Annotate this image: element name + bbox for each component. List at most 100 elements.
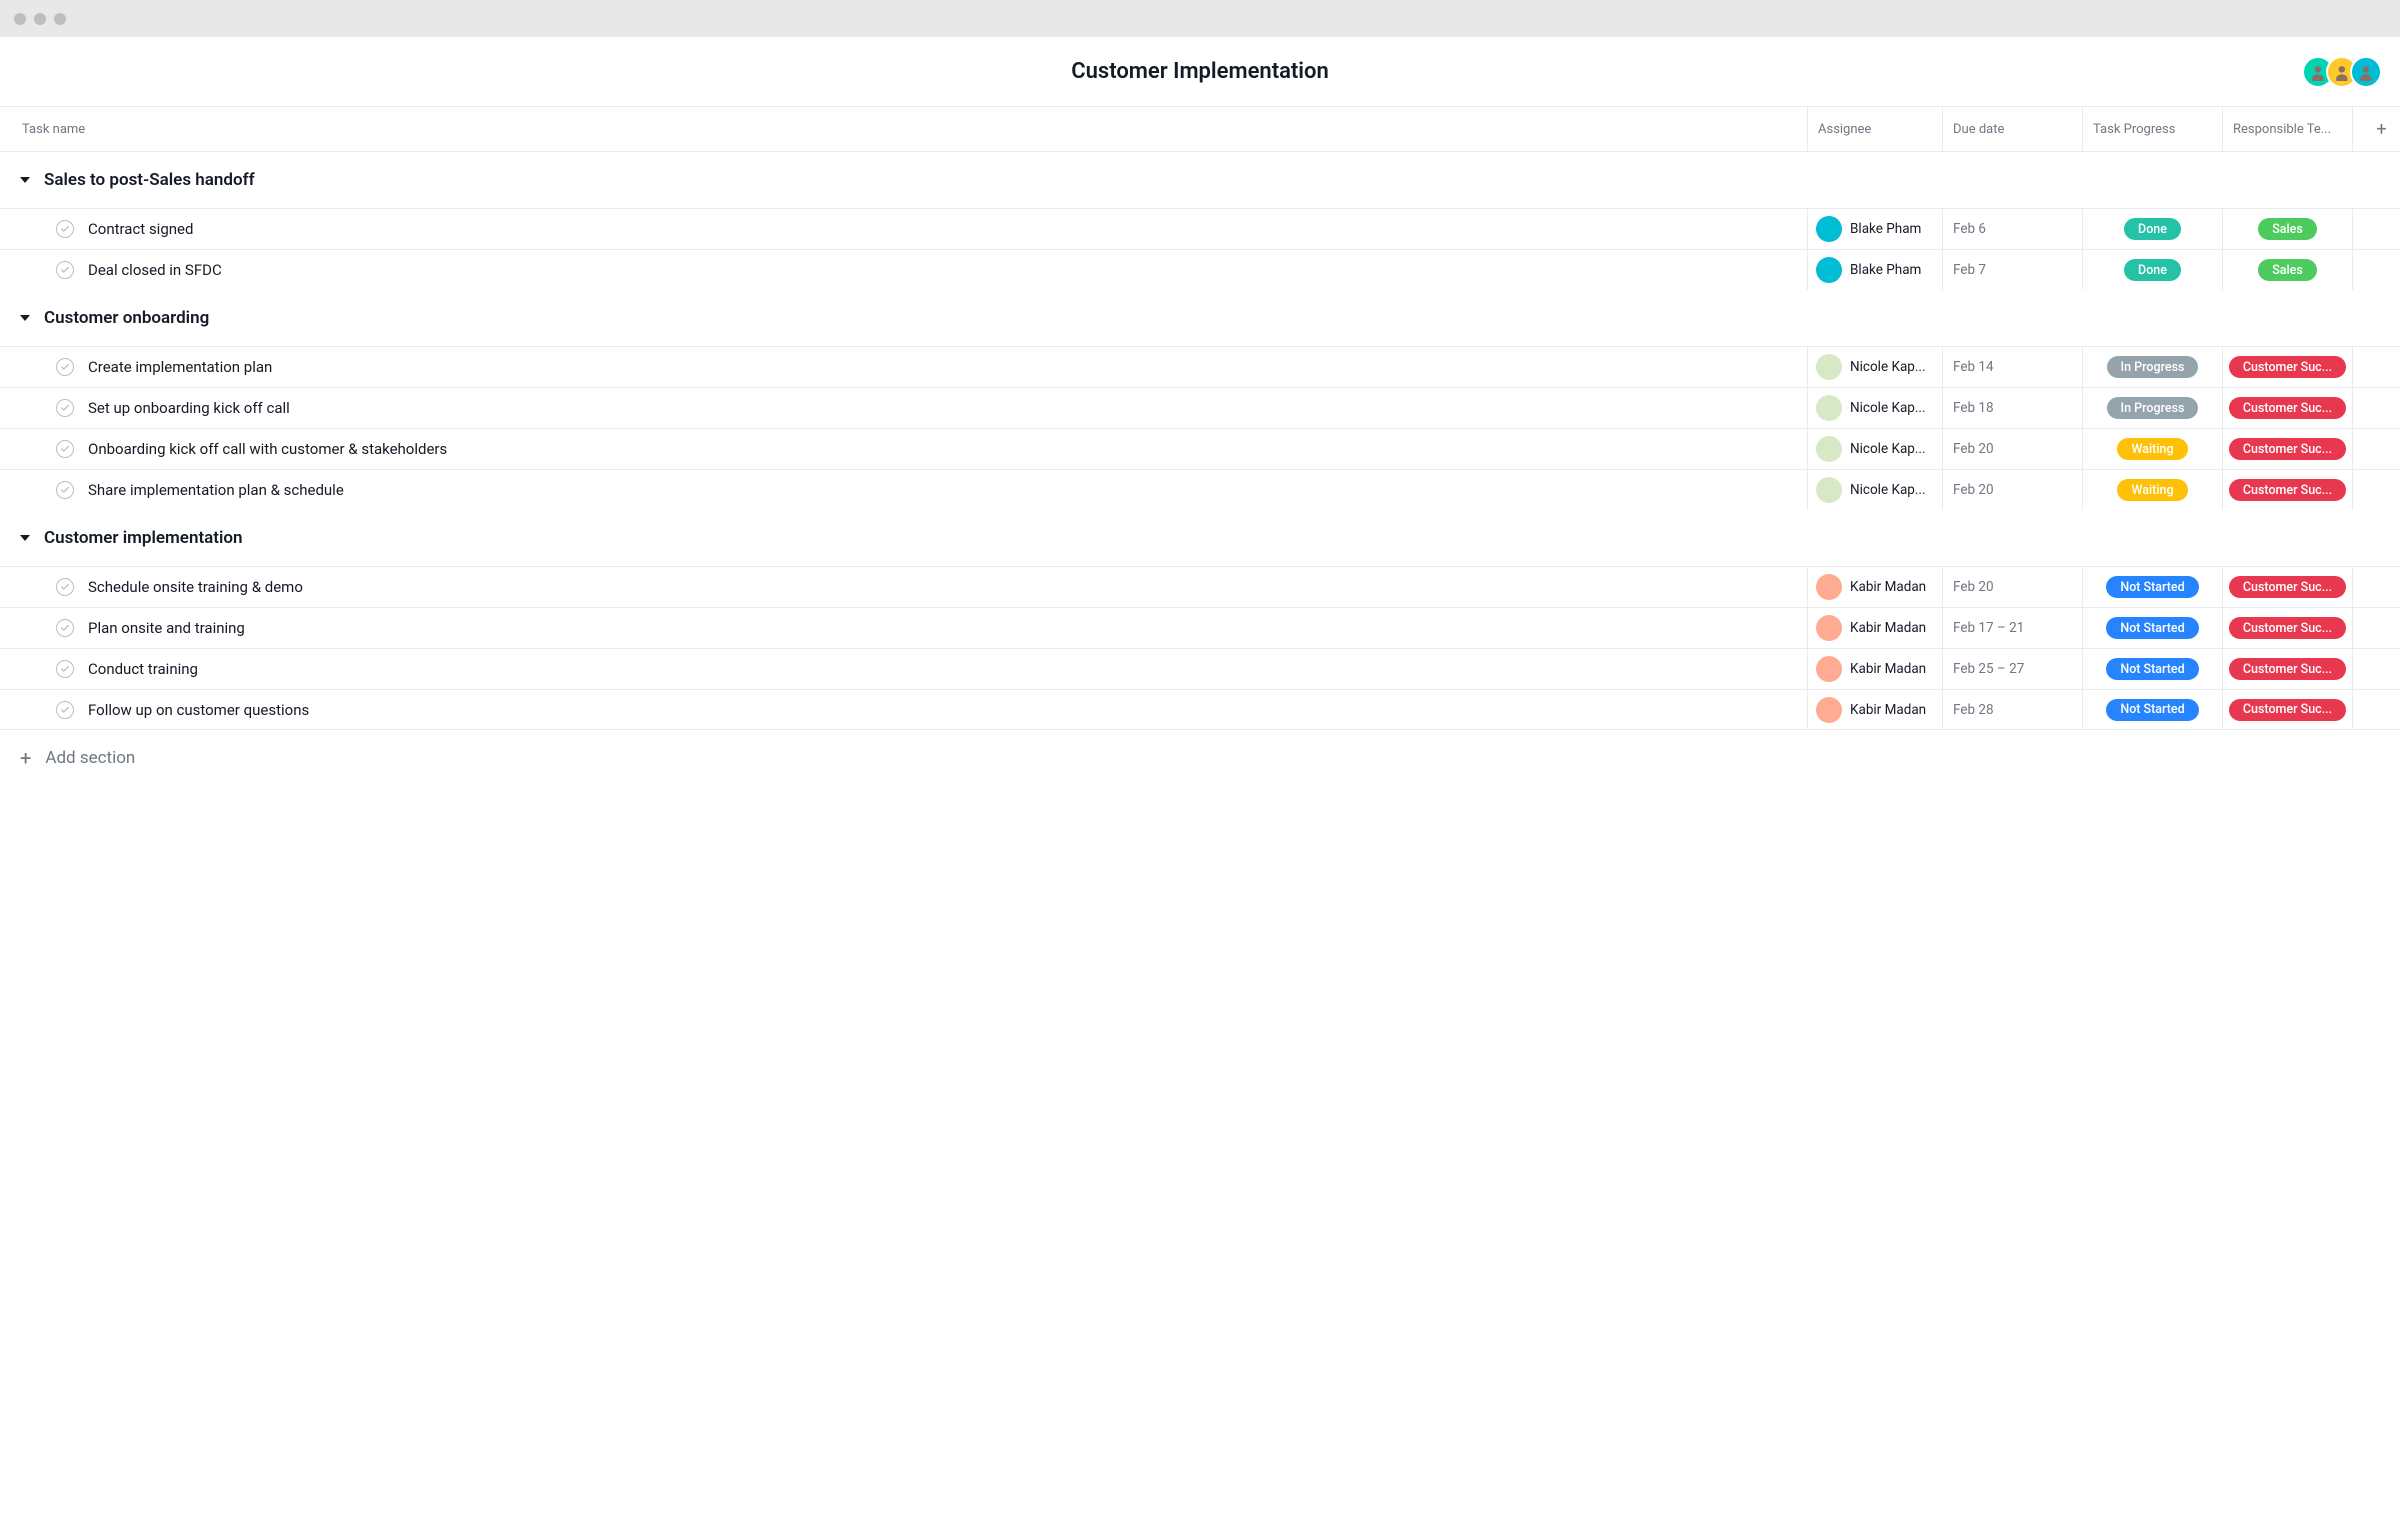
complete-task-checkbox[interactable] [56, 578, 74, 596]
task-row[interactable]: Create implementation plan Nicole Kap...… [0, 346, 2400, 387]
close-window-button[interactable] [14, 13, 26, 25]
task-name-cell[interactable]: Onboarding kick off call with customer &… [0, 429, 1807, 469]
task-row[interactable]: Plan onsite and training Kabir Madan Feb… [0, 607, 2400, 648]
team-badge: Customer Suc... [2229, 397, 2346, 419]
empty-cell [2352, 388, 2400, 428]
due-date-cell[interactable]: Feb 20 [1942, 470, 2082, 510]
section-collapse-caret-icon[interactable] [20, 535, 30, 541]
assignee-cell[interactable]: Blake Pham [1807, 209, 1942, 249]
due-date-cell[interactable]: Feb 28 [1942, 690, 2082, 729]
complete-task-checkbox[interactable] [56, 481, 74, 499]
complete-task-checkbox[interactable] [56, 399, 74, 417]
team-badge: Customer Suc... [2229, 699, 2346, 721]
task-row[interactable]: Conduct training Kabir Madan Feb 25 – 27… [0, 648, 2400, 689]
task-name-cell[interactable]: Share implementation plan & schedule [0, 470, 1807, 510]
complete-task-checkbox[interactable] [56, 660, 74, 678]
progress-badge: Waiting [2117, 438, 2187, 460]
task-row[interactable]: Contract signed Blake Pham Feb 6 Done Sa… [0, 208, 2400, 249]
task-row[interactable]: Follow up on customer questions Kabir Ma… [0, 689, 2400, 730]
member-avatar[interactable] [2350, 56, 2382, 88]
progress-cell[interactable]: Not Started [2082, 690, 2222, 729]
team-cell[interactable]: Sales [2222, 209, 2352, 249]
task-row[interactable]: Schedule onsite training & demo Kabir Ma… [0, 566, 2400, 607]
task-name-cell[interactable]: Contract signed [0, 209, 1807, 249]
column-header-taskname[interactable]: Task name [0, 122, 1807, 137]
assignee-cell[interactable]: Nicole Kap... [1807, 388, 1942, 428]
due-date-cell[interactable]: Feb 14 [1942, 347, 2082, 387]
complete-task-checkbox[interactable] [56, 619, 74, 637]
task-name-cell[interactable]: Follow up on customer questions [0, 690, 1807, 729]
section-collapse-caret-icon[interactable] [20, 177, 30, 183]
assignee-cell[interactable]: Nicole Kap... [1807, 347, 1942, 387]
assignee-cell[interactable]: Nicole Kap... [1807, 470, 1942, 510]
team-cell[interactable]: Customer Suc... [2222, 567, 2352, 607]
task-name-cell[interactable]: Set up onboarding kick off call [0, 388, 1807, 428]
progress-cell[interactable]: In Progress [2082, 388, 2222, 428]
section-header[interactable]: Sales to post-Sales handoff [0, 152, 2400, 208]
assignee-cell[interactable]: Kabir Madan [1807, 608, 1942, 648]
team-cell[interactable]: Customer Suc... [2222, 649, 2352, 689]
team-cell[interactable]: Customer Suc... [2222, 690, 2352, 729]
assignee-name: Kabir Madan [1850, 579, 1926, 595]
task-row[interactable]: Set up onboarding kick off call Nicole K… [0, 387, 2400, 428]
due-date-cell[interactable]: Feb 7 [1942, 250, 2082, 290]
due-date-cell[interactable]: Feb 6 [1942, 209, 2082, 249]
task-name-cell[interactable]: Create implementation plan [0, 347, 1807, 387]
task-row[interactable]: Onboarding kick off call with customer &… [0, 428, 2400, 469]
due-date: Feb 20 [1953, 579, 1994, 595]
team-badge: Customer Suc... [2229, 576, 2346, 598]
progress-cell[interactable]: Done [2082, 250, 2222, 290]
progress-cell[interactable]: Not Started [2082, 608, 2222, 648]
team-cell[interactable]: Customer Suc... [2222, 429, 2352, 469]
add-section-label: Add section [45, 748, 135, 768]
task-name-cell[interactable]: Plan onsite and training [0, 608, 1807, 648]
add-column-button[interactable]: + [2352, 107, 2400, 151]
progress-cell[interactable]: Not Started [2082, 567, 2222, 607]
assignee-cell[interactable]: Kabir Madan [1807, 567, 1942, 607]
column-header-team[interactable]: Responsible Te... [2222, 107, 2352, 151]
assignee-cell[interactable]: Nicole Kap... [1807, 429, 1942, 469]
task-name-cell[interactable]: Conduct training [0, 649, 1807, 689]
section-header[interactable]: Customer onboarding [0, 290, 2400, 346]
team-cell[interactable]: Customer Suc... [2222, 347, 2352, 387]
progress-cell[interactable]: In Progress [2082, 347, 2222, 387]
due-date-cell[interactable]: Feb 17 – 21 [1942, 608, 2082, 648]
task-name-cell[interactable]: Deal closed in SFDC [0, 250, 1807, 290]
complete-task-checkbox[interactable] [56, 440, 74, 458]
column-header-assignee[interactable]: Assignee [1807, 107, 1942, 151]
due-date-cell[interactable]: Feb 18 [1942, 388, 2082, 428]
assignee-avatar [1816, 477, 1842, 503]
task-name: Share implementation plan & schedule [88, 481, 344, 499]
progress-cell[interactable]: Done [2082, 209, 2222, 249]
progress-cell[interactable]: Waiting [2082, 429, 2222, 469]
column-header-progress[interactable]: Task Progress [2082, 107, 2222, 151]
maximize-window-button[interactable] [54, 13, 66, 25]
due-date-cell[interactable]: Feb 20 [1942, 567, 2082, 607]
due-date-cell[interactable]: Feb 20 [1942, 429, 2082, 469]
progress-cell[interactable]: Not Started [2082, 649, 2222, 689]
minimize-window-button[interactable] [34, 13, 46, 25]
assignee-name: Blake Pham [1850, 262, 1921, 278]
section-collapse-caret-icon[interactable] [20, 315, 30, 321]
task-row[interactable]: Deal closed in SFDC Blake Pham Feb 7 Don… [0, 249, 2400, 290]
complete-task-checkbox[interactable] [56, 220, 74, 238]
assignee-cell[interactable]: Kabir Madan [1807, 649, 1942, 689]
complete-task-checkbox[interactable] [56, 261, 74, 279]
complete-task-checkbox[interactable] [56, 701, 74, 719]
team-cell[interactable]: Customer Suc... [2222, 470, 2352, 510]
team-cell[interactable]: Customer Suc... [2222, 608, 2352, 648]
add-section-button[interactable]: + Add section [0, 730, 2400, 786]
team-cell[interactable]: Customer Suc... [2222, 388, 2352, 428]
section-header[interactable]: Customer implementation [0, 510, 2400, 566]
assignee-cell[interactable]: Blake Pham [1807, 250, 1942, 290]
team-cell[interactable]: Sales [2222, 250, 2352, 290]
assignee-cell[interactable]: Kabir Madan [1807, 690, 1942, 729]
complete-task-checkbox[interactable] [56, 358, 74, 376]
progress-badge: Not Started [2106, 658, 2198, 680]
progress-badge: Not Started [2106, 617, 2198, 639]
due-date-cell[interactable]: Feb 25 – 27 [1942, 649, 2082, 689]
task-row[interactable]: Share implementation plan & schedule Nic… [0, 469, 2400, 510]
task-name-cell[interactable]: Schedule onsite training & demo [0, 567, 1807, 607]
progress-cell[interactable]: Waiting [2082, 470, 2222, 510]
column-header-duedate[interactable]: Due date [1942, 107, 2082, 151]
